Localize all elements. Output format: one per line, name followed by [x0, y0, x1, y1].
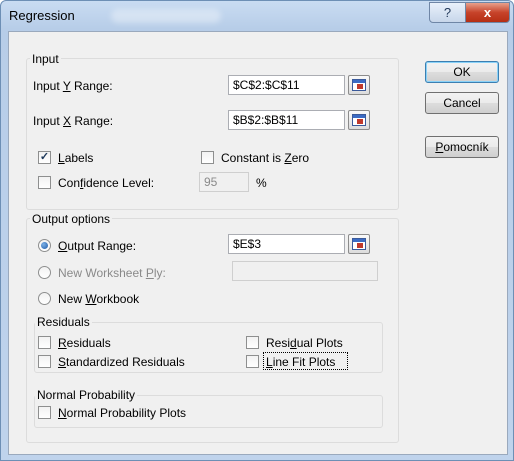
confidence-unit: %: [256, 176, 267, 190]
title-bar[interactable]: Regression ? x: [1, 1, 513, 31]
input-y-range-label: Input Y Range:: [33, 79, 113, 93]
input-y-range-field[interactable]: [228, 75, 345, 95]
help-glyph: ?: [443, 5, 452, 20]
input-y-range-collapse-button[interactable]: [348, 75, 370, 95]
normal-probability-plots-label[interactable]: Normal Probability Plots: [58, 406, 186, 420]
new-worksheet-ply-input[interactable]: [233, 262, 377, 280]
collapse-dialog-icon: [352, 114, 366, 126]
confidence-level-label[interactable]: Confidence Level:: [58, 176, 154, 190]
new-workbook-radio[interactable]: [38, 292, 51, 305]
confidence-level-checkbox[interactable]: [38, 176, 51, 189]
dialog-body: Input Input Y Range: Input X Range: ✓ La…: [8, 31, 508, 455]
line-fit-plots-checkbox[interactable]: [246, 355, 259, 368]
constant-zero-label[interactable]: Constant is Zero: [221, 151, 309, 165]
title-blur: [111, 9, 221, 23]
ok-button[interactable]: OK: [425, 61, 499, 83]
residuals-title: Residuals: [35, 315, 92, 329]
new-worksheet-ply-label[interactable]: New Worksheet Ply:: [58, 266, 166, 280]
input-x-range-input[interactable]: [229, 111, 344, 129]
regression-dialog: Regression ? x Input Input Y Range: Inpu…: [0, 0, 514, 461]
output-range-field[interactable]: [228, 234, 345, 254]
residual-plots-checkbox[interactable]: [246, 336, 259, 349]
input-group-title: Input: [30, 52, 61, 66]
window-title: Regression: [9, 8, 75, 23]
input-y-range-input[interactable]: [229, 76, 344, 94]
standardized-residuals-checkbox[interactable]: [38, 355, 51, 368]
standardized-residuals-label[interactable]: Standardized Residuals: [58, 355, 185, 369]
confidence-level-field[interactable]: [199, 172, 249, 192]
output-range-input[interactable]: [229, 235, 344, 253]
residual-plots-label[interactable]: Residual Plots: [266, 336, 343, 350]
confidence-level-input[interactable]: [200, 173, 248, 191]
output-options-title: Output options: [30, 212, 113, 226]
input-x-range-field[interactable]: [228, 110, 345, 130]
help-icon[interactable]: ?: [429, 2, 466, 23]
normal-probability-title: Normal Probability: [35, 388, 138, 402]
labels-label[interactable]: Labels: [58, 151, 93, 165]
output-range-radio[interactable]: [38, 239, 51, 252]
focus-rectangle: [263, 352, 348, 370]
normal-probability-plots-checkbox[interactable]: [38, 406, 51, 419]
residuals-label[interactable]: Residuals: [58, 336, 111, 350]
close-icon[interactable]: x: [465, 2, 510, 23]
output-range-label[interactable]: Output Range:: [58, 239, 136, 253]
input-x-range-collapse-button[interactable]: [348, 110, 370, 130]
constant-zero-checkbox[interactable]: [201, 151, 214, 164]
new-workbook-label[interactable]: New Workbook: [58, 292, 139, 306]
labels-checkbox[interactable]: ✓: [38, 151, 51, 164]
input-x-range-label: Input X Range:: [33, 114, 114, 128]
collapse-dialog-icon: [352, 79, 366, 91]
close-glyph: x: [483, 5, 492, 20]
cancel-button[interactable]: Cancel: [425, 92, 499, 114]
help-button[interactable]: Pomocník: [425, 136, 499, 158]
output-range-collapse-button[interactable]: [348, 234, 370, 254]
residuals-checkbox[interactable]: [38, 336, 51, 349]
new-worksheet-ply-field[interactable]: [232, 261, 378, 281]
collapse-dialog-icon: [352, 238, 366, 250]
new-worksheet-ply-radio[interactable]: [38, 266, 51, 279]
check-mark-icon: ✓: [39, 151, 50, 163]
